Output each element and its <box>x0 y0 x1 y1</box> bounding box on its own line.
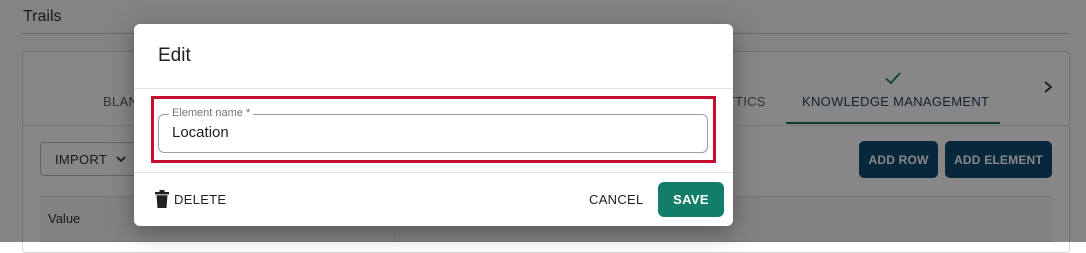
cancel-button[interactable]: CANCEL <box>589 192 644 207</box>
element-name-field[interactable]: Element name * <box>158 107 708 153</box>
dialog-title: Edit <box>158 45 191 66</box>
delete-button[interactable]: DELETE <box>154 190 226 208</box>
edit-dialog: Edit Element name * DELETE CANCEL SAVE <box>134 24 733 226</box>
dialog-divider-top <box>134 88 733 89</box>
save-button[interactable]: SAVE <box>658 182 724 217</box>
element-name-label: Element name * <box>169 107 254 119</box>
dialog-divider-bottom <box>134 172 733 173</box>
element-name-input[interactable] <box>172 124 692 141</box>
trash-icon <box>155 190 169 208</box>
delete-label: DELETE <box>174 191 227 207</box>
